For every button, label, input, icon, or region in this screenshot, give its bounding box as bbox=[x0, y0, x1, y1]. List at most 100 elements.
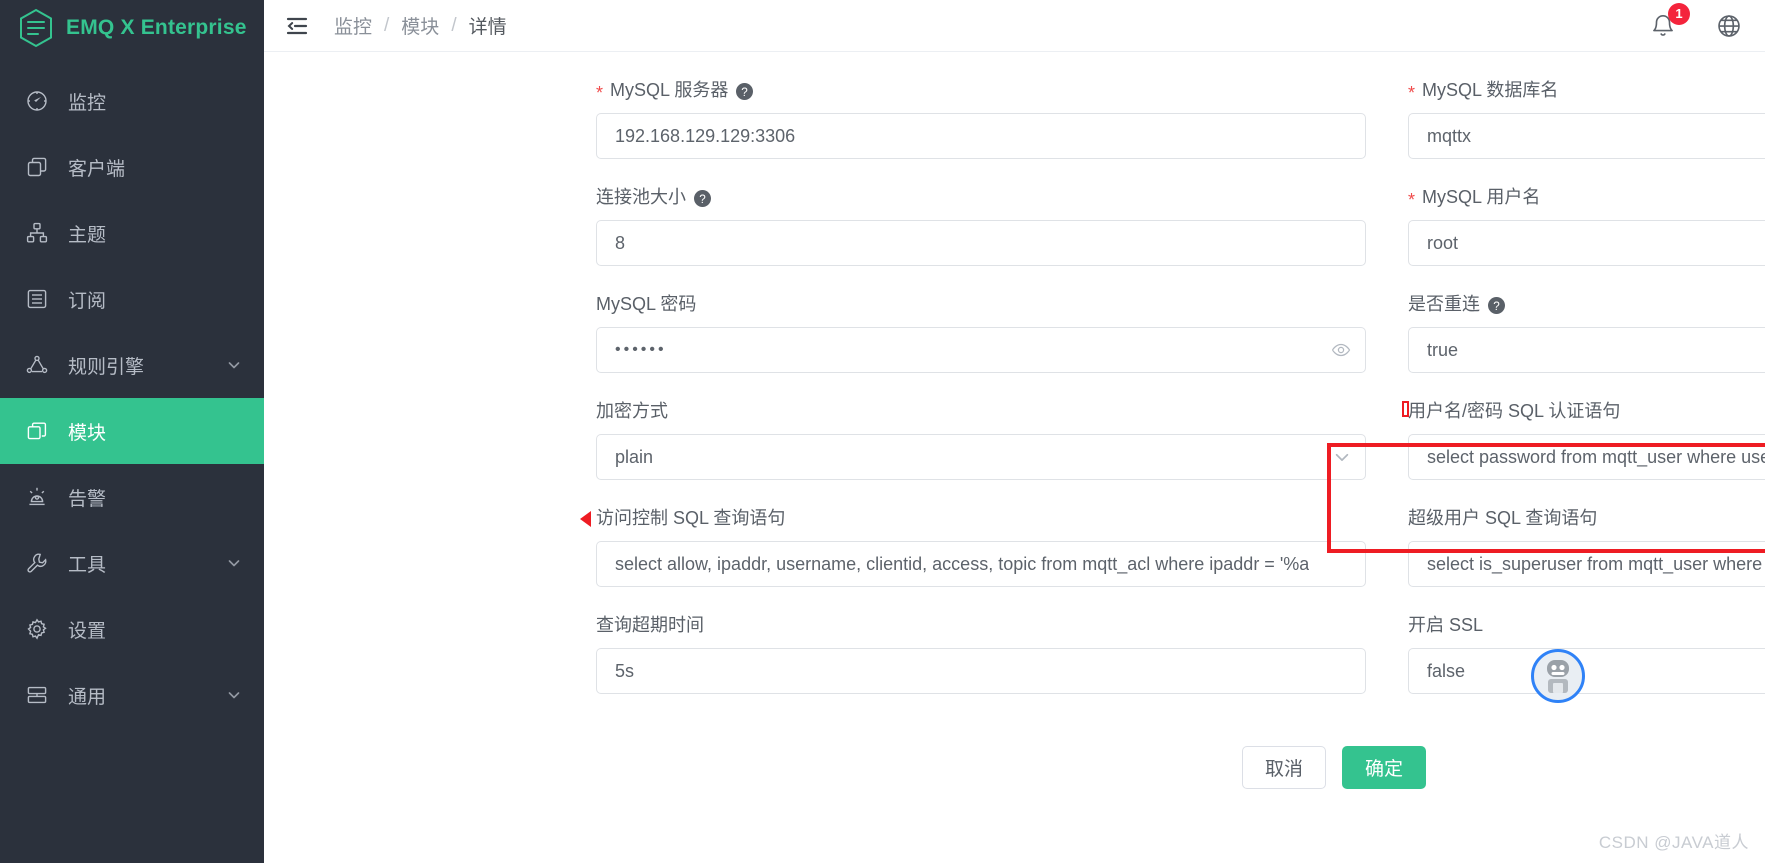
field-superuser-sql: 超级用户 SQL 查询语句 select is_superuser from m… bbox=[1408, 506, 1765, 587]
input-value: root bbox=[1427, 233, 1458, 254]
breadcrumb-item-monitor[interactable]: 监控 bbox=[334, 12, 372, 39]
auth-sql-input[interactable]: select password from mqtt_user where use… bbox=[1408, 434, 1765, 480]
input-value: true bbox=[1427, 340, 1458, 361]
notification-badge: 1 bbox=[1668, 3, 1690, 25]
sidebar-item-label: 工具 bbox=[68, 550, 226, 577]
label-text: MySQL 服务器 bbox=[610, 78, 728, 102]
sidebar-item-general[interactable]: 通用 bbox=[0, 662, 264, 728]
mysql-password-input[interactable]: •••••• bbox=[596, 327, 1366, 373]
enable-ssl-input[interactable]: false bbox=[1408, 648, 1765, 694]
sidebar-item-tools[interactable]: 工具 bbox=[0, 530, 264, 596]
sidebar-item-alarm[interactable]: 告警 bbox=[0, 464, 264, 530]
field-label: 是否重连 ? bbox=[1408, 292, 1765, 316]
field-query-timeout: 查询超期时间 5s bbox=[596, 613, 1366, 694]
input-value: select password from mqtt_user where use… bbox=[1427, 447, 1765, 468]
field-label: * MySQL 用户名 bbox=[1408, 185, 1765, 209]
label-text: 连接池大小 bbox=[596, 185, 686, 209]
input-value: 192.168.129.129:3306 bbox=[615, 126, 795, 147]
field-label: 用户名/密码 SQL 认证语句 bbox=[1408, 399, 1765, 423]
topbar: 监控 / 模块 / 详情 1 bbox=[264, 0, 1765, 52]
sidebar-item-monitor[interactable]: 监控 bbox=[0, 68, 264, 134]
breadcrumb-separator: / bbox=[384, 15, 389, 37]
modules-icon bbox=[24, 418, 50, 444]
label-text: MySQL 用户名 bbox=[1422, 185, 1540, 209]
label-text: 查询超期时间 bbox=[596, 613, 704, 637]
bell-icon[interactable]: 1 bbox=[1649, 12, 1677, 40]
chevron-down-icon bbox=[226, 357, 242, 373]
cancel-button[interactable]: 取消 bbox=[1242, 746, 1326, 789]
brand[interactable]: EMQ X Enterprise bbox=[0, 4, 264, 52]
sidebar-item-label: 订阅 bbox=[68, 286, 242, 313]
query-timeout-input[interactable]: 5s bbox=[596, 648, 1366, 694]
svg-text:?: ? bbox=[742, 85, 749, 98]
breadcrumb-separator: / bbox=[451, 15, 456, 37]
eye-icon[interactable] bbox=[1331, 340, 1351, 360]
watermark: CSDN @JAVA道人 bbox=[1599, 828, 1749, 853]
field-label: MySQL 密码 bbox=[596, 292, 1366, 316]
emqx-hexagon-logo-icon bbox=[18, 8, 54, 48]
globe-icon[interactable] bbox=[1715, 12, 1743, 40]
general-icon bbox=[24, 682, 50, 708]
annotation-bracket-marker bbox=[1402, 401, 1409, 417]
label-text: MySQL 密码 bbox=[596, 292, 696, 316]
clients-icon bbox=[24, 154, 50, 180]
label-text: 用户名/密码 SQL 认证语句 bbox=[1408, 399, 1620, 423]
subscriptions-icon bbox=[24, 286, 50, 312]
label-text: 开启 SSL bbox=[1408, 613, 1483, 637]
sidebar-item-modules[interactable]: 模块 bbox=[0, 398, 264, 464]
required-asterisk: * bbox=[1408, 191, 1415, 209]
field-auth-sql: 用户名/密码 SQL 认证语句 select password from mqt… bbox=[1408, 399, 1765, 480]
brand-name: EMQ X Enterprise bbox=[66, 16, 247, 40]
field-label: 连接池大小 ? bbox=[596, 185, 1366, 209]
input-value: mqttx bbox=[1427, 126, 1471, 147]
sidebar-item-topics[interactable]: 主题 bbox=[0, 200, 264, 266]
label-text: 访问控制 SQL 查询语句 bbox=[596, 506, 785, 530]
svg-text:?: ? bbox=[1493, 299, 1500, 312]
field-mysql-username: * MySQL 用户名 root bbox=[1408, 185, 1765, 266]
mysql-server-input[interactable]: 192.168.129.129:3306 bbox=[596, 113, 1366, 159]
main-area: 监控 / 模块 / 详情 1 bbox=[264, 0, 1765, 863]
alarm-icon bbox=[24, 484, 50, 510]
sidebar-item-label: 通用 bbox=[68, 682, 226, 709]
field-mysql-database: * MySQL 数据库名 mqttx bbox=[1408, 78, 1765, 159]
confirm-button[interactable]: 确定 bbox=[1342, 746, 1426, 789]
mysql-database-input[interactable]: mqttx bbox=[1408, 113, 1765, 159]
encryption-method-select[interactable]: plain bbox=[596, 434, 1366, 480]
sidebar-item-settings[interactable]: 设置 bbox=[0, 596, 264, 662]
sidebar-item-label: 模块 bbox=[68, 418, 242, 445]
field-mysql-server: * MySQL 服务器 ? 192.168.129.129:3306 bbox=[596, 78, 1366, 159]
robot-assistant-icon[interactable] bbox=[1531, 649, 1585, 703]
form-grid: * MySQL 服务器 ? 192.168.129.129:3306 * MyS… bbox=[264, 78, 1765, 720]
required-asterisk: * bbox=[1408, 84, 1415, 102]
input-value: false bbox=[1427, 661, 1465, 682]
sidebar-item-label: 告警 bbox=[68, 484, 242, 511]
dashboard-icon bbox=[24, 88, 50, 114]
field-label: 访问控制 SQL 查询语句 bbox=[596, 506, 1366, 530]
help-circle-icon[interactable]: ? bbox=[694, 189, 711, 206]
acl-sql-input[interactable]: select allow, ipaddr, username, clientid… bbox=[596, 541, 1366, 587]
chevron-down-icon[interactable] bbox=[1333, 448, 1351, 466]
label-text: 加密方式 bbox=[596, 399, 668, 423]
field-encryption-method: 加密方式 plain bbox=[596, 399, 1366, 480]
mysql-username-input[interactable]: root bbox=[1408, 220, 1765, 266]
pool-size-input[interactable]: 8 bbox=[596, 220, 1366, 266]
input-value: select allow, ipaddr, username, clientid… bbox=[615, 554, 1309, 575]
help-circle-icon[interactable]: ? bbox=[1488, 296, 1505, 313]
chevron-down-icon bbox=[226, 687, 242, 703]
sidebar-item-subscriptions[interactable]: 订阅 bbox=[0, 266, 264, 332]
auto-reconnect-input[interactable]: true bbox=[1408, 327, 1765, 373]
sidebar-item-label: 监控 bbox=[68, 88, 242, 115]
breadcrumb-item-modules[interactable]: 模块 bbox=[401, 12, 439, 39]
menu-collapse-icon[interactable] bbox=[282, 11, 312, 41]
sidebar-item-rule-engine[interactable]: 规则引擎 bbox=[0, 332, 264, 398]
select-value: plain bbox=[615, 447, 653, 468]
sidebar-item-label: 规则引擎 bbox=[68, 352, 226, 379]
sidebar-nav: 监控 客户端 bbox=[0, 68, 264, 728]
field-label: 查询超期时间 bbox=[596, 613, 1366, 637]
label-text: 是否重连 bbox=[1408, 292, 1480, 316]
sidebar-item-clients[interactable]: 客户端 bbox=[0, 134, 264, 200]
superuser-sql-input[interactable]: select is_superuser from mqtt_user where… bbox=[1408, 541, 1765, 587]
help-circle-icon[interactable]: ? bbox=[736, 82, 753, 99]
required-asterisk: * bbox=[596, 84, 603, 102]
field-acl-sql: 访问控制 SQL 查询语句 select allow, ipaddr, user… bbox=[596, 506, 1366, 587]
